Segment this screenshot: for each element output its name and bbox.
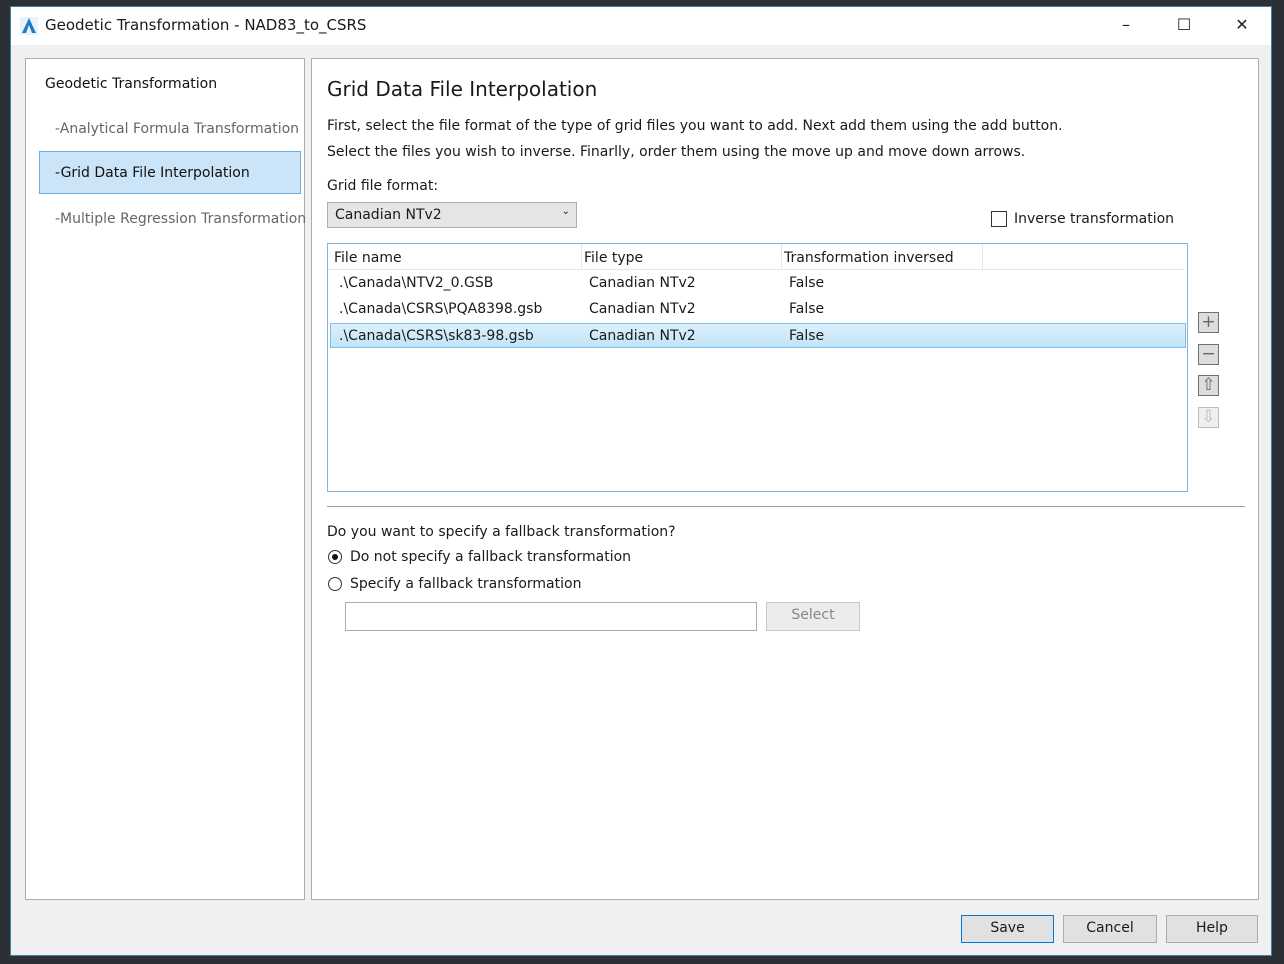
format-dropdown[interactable]: Canadian NTv2 ⌄ (327, 202, 577, 228)
cell-file-name: .\Canada\CSRS\sk83-98.gsb (339, 328, 534, 344)
cell-file-name: .\Canada\CSRS\PQA8398.gsb (339, 301, 543, 317)
page-title: Grid Data File Interpolation (327, 77, 598, 101)
inverse-checkbox[interactable] (991, 211, 1007, 227)
sidebar-heading: Geodetic Transformation (45, 76, 218, 92)
window-title: Geodetic Transformation - NAD83_to_CSRS (45, 16, 367, 34)
remove-file-button[interactable]: − (1198, 344, 1219, 365)
cancel-button[interactable]: Cancel (1063, 915, 1157, 943)
table-header: File name File type Transformation inver… (328, 244, 1184, 270)
cell-file-type: Canadian NTv2 (589, 328, 696, 344)
inverse-label: Inverse transformation (1014, 211, 1175, 227)
fallback-input[interactable] (345, 602, 757, 631)
move-down-button[interactable]: ⇩ (1198, 407, 1219, 428)
select-button[interactable]: Select (766, 602, 860, 631)
app-logo-icon (20, 17, 38, 35)
radio-no-fallback[interactable] (328, 550, 342, 564)
radio-specify-fallback[interactable] (328, 577, 342, 591)
table-row-selected[interactable]: .\Canada\CSRS\sk83-98.gsb Canadian NTv2 … (330, 323, 1186, 348)
sidebar-item-label: -Grid Data File Interpolation (55, 165, 250, 181)
move-up-button[interactable]: ⇧ (1198, 375, 1219, 396)
cell-inversed: False (789, 328, 825, 344)
sidebar-item-analytical[interactable]: -Analytical Formula Transformation (55, 121, 299, 137)
main-panel: Grid Data File Interpolation First, sele… (311, 58, 1259, 900)
cell-inversed: False (789, 275, 825, 291)
radio-no-fallback-label: Do not specify a fallback transformation (350, 549, 632, 565)
sidebar: Geodetic Transformation -Analytical Form… (25, 58, 306, 900)
radio-specify-fallback-label: Specify a fallback transformation (350, 576, 582, 592)
minimize-button[interactable]: – (1103, 7, 1149, 45)
chevron-down-icon: ⌄ (561, 206, 570, 217)
maximize-button[interactable]: ☐ (1161, 7, 1207, 45)
format-value: Canadian NTv2 (335, 207, 442, 223)
format-label: Grid file format: (327, 178, 439, 194)
column-header-file-name[interactable]: File name (334, 250, 402, 266)
fallback-question: Do you want to specify a fallback transf… (327, 524, 676, 540)
cell-inversed: False (789, 301, 825, 317)
column-header-inversed[interactable]: Transformation inversed (784, 250, 954, 266)
save-button[interactable]: Save (961, 915, 1054, 943)
sidebar-item-grid-selected[interactable]: -Grid Data File Interpolation (39, 151, 301, 194)
cell-file-type: Canadian NTv2 (589, 301, 696, 317)
cell-file-name: .\Canada\NTV2_0.GSB (339, 275, 494, 291)
add-file-button[interactable]: + (1198, 312, 1219, 333)
column-header-file-type[interactable]: File type (584, 250, 643, 266)
grid-files-table: File name File type Transformation inver… (327, 243, 1188, 492)
cell-file-type: Canadian NTv2 (589, 275, 696, 291)
help-button[interactable]: Help (1166, 915, 1258, 943)
title-bar: Geodetic Transformation - NAD83_to_CSRS … (11, 7, 1271, 45)
divider (327, 506, 1245, 507)
instruction-1: First, select the file format of the typ… (327, 118, 1063, 134)
sidebar-item-regression[interactable]: -Multiple Regression Transformation (55, 211, 306, 227)
close-button[interactable]: ✕ (1219, 7, 1265, 45)
dialog-window: Geodetic Transformation - NAD83_to_CSRS … (10, 6, 1272, 956)
instruction-2: Select the files you wish to inverse. Fi… (327, 144, 1026, 160)
table-row[interactable]: .\Canada\CSRS\PQA8398.gsb Canadian NTv2 … (330, 297, 1186, 321)
table-row[interactable]: .\Canada\NTV2_0.GSB Canadian NTv2 False (330, 271, 1186, 295)
